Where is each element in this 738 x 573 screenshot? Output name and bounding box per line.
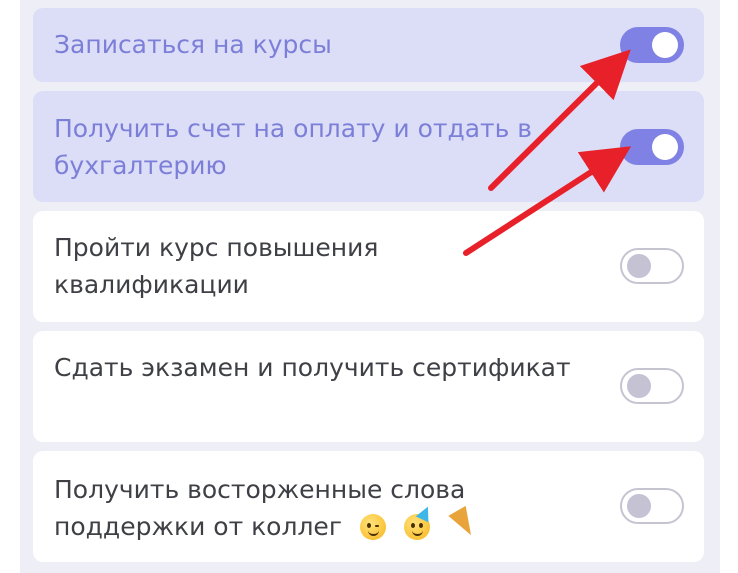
task-toggle-enroll[interactable] xyxy=(620,27,684,63)
toggle-knob xyxy=(627,374,651,398)
party-popper-icon xyxy=(448,505,480,541)
task-item-exam[interactable]: Сдать экзамен и получить сертификат xyxy=(33,331,704,442)
task-item-course[interactable]: Пройти курс повышения квалификации xyxy=(33,211,704,322)
task-toggle-invoice[interactable] xyxy=(620,129,684,165)
task-item-praise[interactable]: Получить восторженные слова поддержки от… xyxy=(33,451,704,562)
task-item-invoice[interactable]: Получить счет на оплату и отдать в бухга… xyxy=(33,91,704,202)
task-label: Записаться на курсы xyxy=(54,30,332,59)
toggle-knob xyxy=(627,494,651,518)
task-toggle-praise[interactable] xyxy=(620,488,684,524)
task-label-text: Получить восторженные слова поддержки от… xyxy=(54,475,466,541)
task-item-enroll[interactable]: Записаться на курсы xyxy=(33,8,704,82)
task-label: Получить счет на оплату и отдать в бухга… xyxy=(54,114,533,180)
partying-face-icon xyxy=(403,514,430,540)
task-label: Пройти курс повышения квалификации xyxy=(54,233,379,299)
task-label: Получить восторженные слова поддержки от… xyxy=(54,471,574,545)
toggle-knob xyxy=(627,254,651,278)
toggle-knob xyxy=(652,134,678,160)
winking-face-icon xyxy=(359,514,386,540)
toggle-knob xyxy=(652,32,678,58)
task-label: Сдать экзамен и получить сертификат xyxy=(54,353,571,382)
task-toggle-course[interactable] xyxy=(620,248,684,284)
task-toggle-exam[interactable] xyxy=(620,368,684,404)
